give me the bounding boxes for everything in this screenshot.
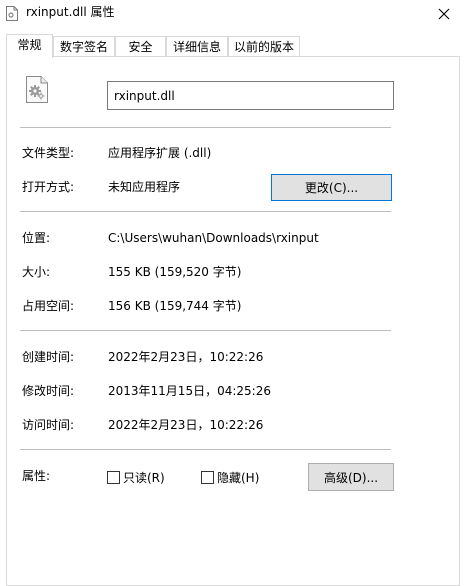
attributes-label: 属性:: [22, 469, 51, 483]
separator: [20, 127, 391, 128]
dll-file-icon: [6, 6, 18, 21]
tab-security[interactable]: 安全: [115, 36, 166, 57]
created-label: 创建时间:: [22, 350, 75, 364]
general-panel: [6, 56, 460, 586]
tab-previous-versions[interactable]: 以前的版本: [228, 36, 300, 57]
tab-general[interactable]: 常规: [6, 34, 53, 58]
separator: [20, 449, 391, 450]
opens-with-label: 打开方式:: [22, 180, 75, 194]
accessed-value: 2022年2月23日，10:22:26: [108, 418, 264, 432]
close-button[interactable]: [424, 0, 464, 28]
opens-with-value: 未知应用程序: [108, 180, 181, 194]
file-name-input[interactable]: [107, 81, 394, 110]
location-value: C:\Users\wuhan\Downloads\rxinput: [108, 231, 319, 245]
readonly-checkbox[interactable]: [107, 471, 120, 484]
separator: [20, 211, 391, 212]
dll-file-icon: [26, 76, 48, 103]
separator: [20, 330, 391, 331]
size-label: 大小:: [22, 265, 51, 279]
size-on-disk-value: 156 KB (159,744 字节): [108, 299, 242, 313]
hidden-label[interactable]: 隐藏(H): [217, 470, 259, 486]
window-title: rxinput.dll 属性: [26, 5, 115, 19]
file-type-label: 文件类型:: [22, 146, 75, 160]
modified-value: 2013年11月15日，04:25:26: [108, 384, 271, 398]
close-icon: [438, 8, 450, 20]
size-value: 155 KB (159,520 字节): [108, 265, 242, 279]
change-button[interactable]: 更改(C)...: [271, 174, 392, 201]
tab-digital-signatures[interactable]: 数字签名: [53, 36, 115, 57]
modified-label: 修改时间:: [22, 384, 75, 398]
readonly-label[interactable]: 只读(R): [123, 470, 165, 486]
size-on-disk-label: 占用空间:: [22, 299, 75, 313]
tab-details[interactable]: 详细信息: [166, 36, 228, 57]
file-type-value: 应用程序扩展 (.dll): [108, 146, 212, 160]
advanced-button[interactable]: 高级(D)...: [308, 463, 394, 491]
location-label: 位置:: [22, 231, 51, 245]
title-bar[interactable]: rxinput.dll 属性: [0, 0, 464, 30]
accessed-label: 访问时间:: [22, 418, 75, 432]
hidden-checkbox[interactable]: [201, 471, 214, 484]
created-value: 2022年2月23日，10:22:26: [108, 350, 264, 364]
